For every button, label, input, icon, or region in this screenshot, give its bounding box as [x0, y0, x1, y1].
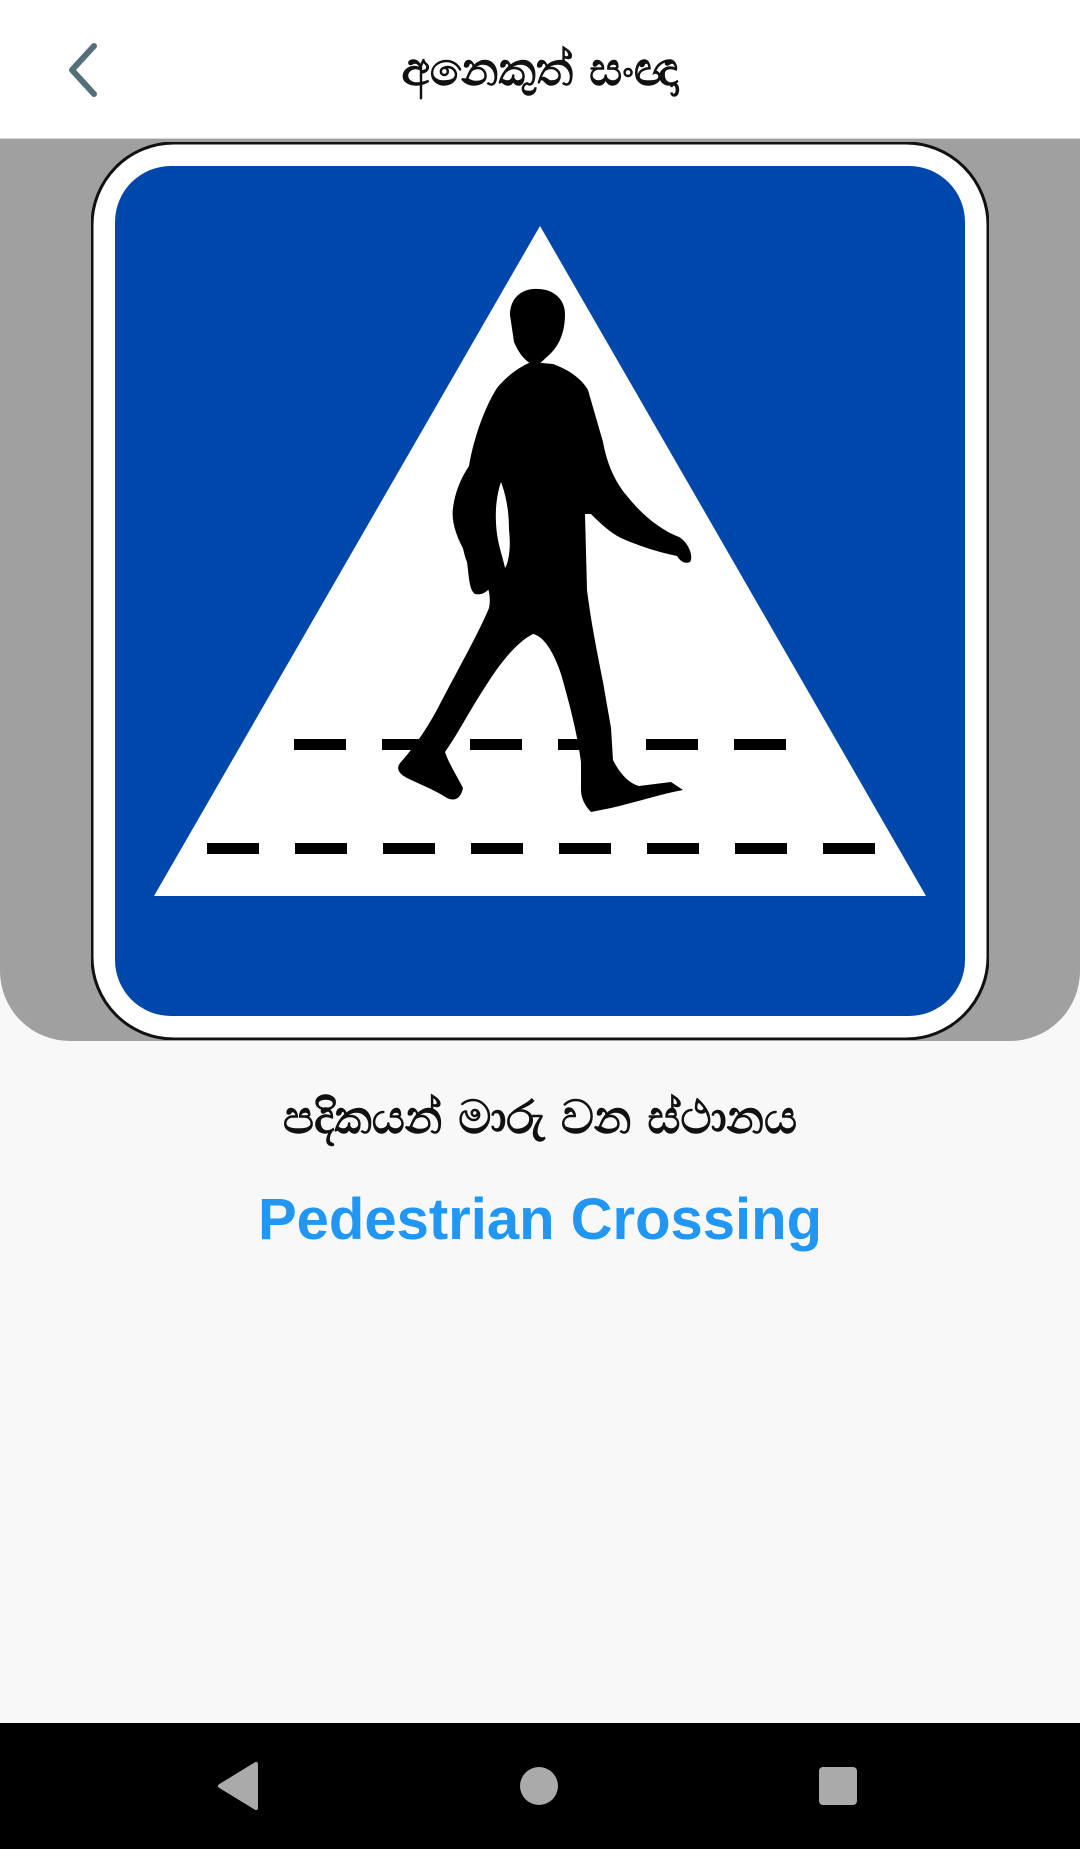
sign-name-english: Pedestrian Crossing	[257, 1187, 823, 1252]
app-bar: අනෙකුත් සංඥා	[0, 0, 1080, 139]
chevron-left-icon	[69, 43, 97, 97]
square-recents-icon	[819, 1767, 857, 1805]
sign-image-panel	[0, 139, 1080, 1041]
nav-back-button[interactable]	[205, 1753, 271, 1819]
nav-recents-button[interactable]	[805, 1753, 871, 1819]
triangle-back-icon	[218, 1762, 258, 1810]
sign-name-sinhala: පදිකයන් මාරු වන ස්ථානය	[282, 1090, 798, 1144]
circle-home-icon	[520, 1767, 558, 1805]
pedestrian-crossing-sign-image	[91, 142, 989, 1040]
page-title: අනෙකුත් සංඥා	[401, 41, 679, 96]
system-navigation-bar	[0, 1723, 1080, 1849]
back-button[interactable]	[38, 26, 126, 114]
nav-home-button[interactable]	[506, 1753, 572, 1819]
